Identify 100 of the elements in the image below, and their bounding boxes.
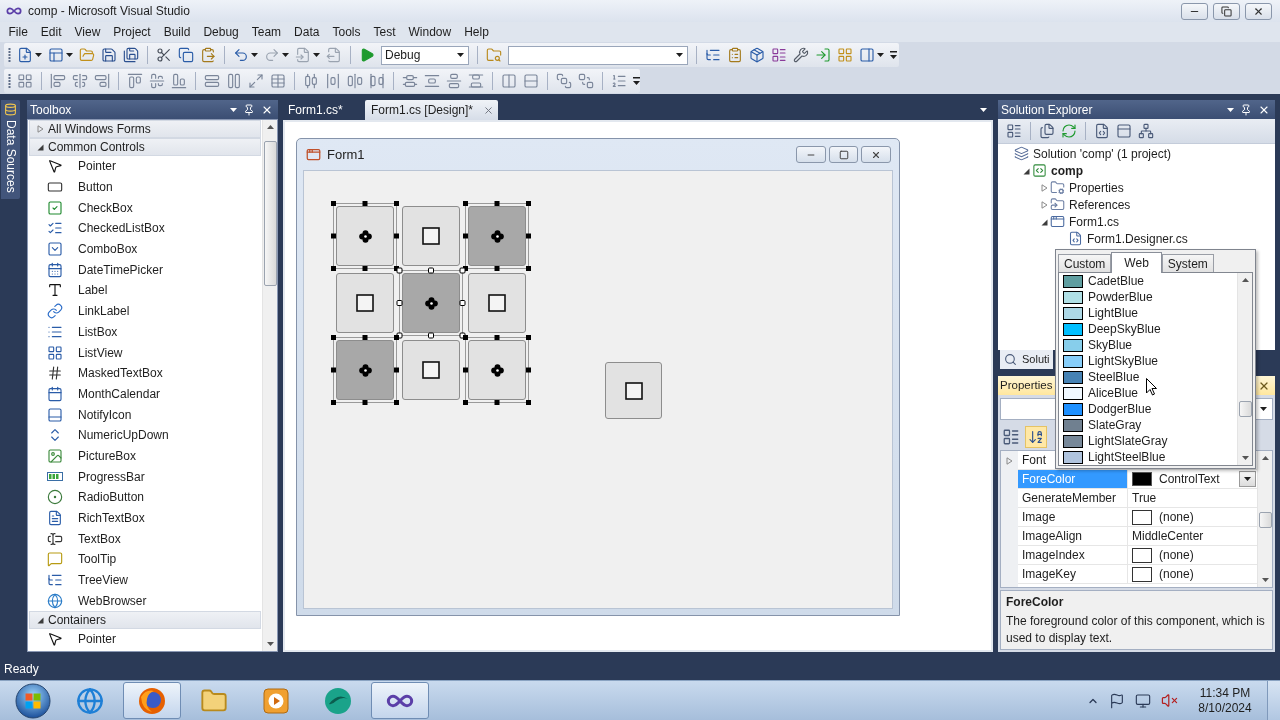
list-icon[interactable] [1002, 427, 1020, 446]
side-by-side-bars-icon[interactable] [226, 73, 242, 89]
picker-tab[interactable]: Custom [1058, 254, 1112, 272]
horizontal-spacing-icon[interactable] [347, 73, 363, 89]
diagram-icon[interactable] [1138, 123, 1154, 139]
caret-icon[interactable] [877, 53, 884, 57]
color-item[interactable]: SteelBlue [1059, 369, 1237, 385]
close-icon[interactable] [871, 149, 881, 160]
property-name[interactable]: ImageKey [1018, 565, 1128, 583]
menu-item[interactable]: File [2, 22, 35, 42]
clock-time[interactable]: 11:34 PM [1199, 685, 1251, 701]
undo-icon[interactable] [233, 47, 249, 63]
files-icon[interactable] [1039, 123, 1055, 139]
align-bottom-icon[interactable] [171, 73, 187, 89]
color-item[interactable]: LightSteelBlue [1059, 449, 1237, 465]
pin-icon[interactable] [1240, 103, 1252, 116]
designer-button[interactable] [468, 273, 526, 333]
property-name[interactable]: ImageIndex [1018, 546, 1128, 564]
tree-arrow-icon[interactable] [37, 616, 44, 625]
save-icon[interactable] [101, 47, 117, 63]
cut-icon[interactable] [156, 47, 172, 63]
caret-icon[interactable] [313, 53, 320, 57]
color-item[interactable]: DodgerBlue [1059, 401, 1237, 417]
taskbar-button[interactable] [371, 682, 429, 719]
scrollbar[interactable] [1257, 451, 1272, 587]
pin-icon[interactable] [243, 103, 255, 116]
align-middle-icon[interactable] [149, 73, 165, 89]
tree-arrow-icon[interactable] [1040, 217, 1048, 226]
menu-item[interactable]: Tools [325, 22, 367, 42]
two-columns-icon[interactable] [501, 73, 517, 89]
toolbox-item[interactable]: NotifyIcon [28, 404, 262, 425]
property-name[interactable]: ImageAlign [1018, 527, 1128, 545]
package-icon[interactable] [749, 47, 765, 63]
menu-item[interactable]: View [68, 22, 107, 42]
file-plus-icon[interactable] [17, 47, 33, 63]
folder-open-icon[interactable] [79, 47, 95, 63]
property-value[interactable]: (none) [1159, 546, 1194, 564]
grid-icon[interactable] [837, 47, 853, 63]
dropdown-button[interactable] [1239, 471, 1256, 487]
folder-search-icon[interactable] [486, 47, 502, 63]
designer-button[interactable] [402, 340, 460, 400]
caret-icon[interactable] [676, 53, 683, 57]
tab-list-caret-icon[interactable] [980, 108, 987, 112]
property-name[interactable]: GenerateMember [1018, 489, 1128, 507]
paste-icon[interactable] [200, 47, 216, 63]
caret-icon[interactable] [1227, 107, 1234, 112]
scroll-down-icon[interactable] [1241, 456, 1249, 460]
scroll-down-icon[interactable] [1261, 578, 1269, 582]
designer-button[interactable] [402, 273, 460, 333]
scrollbar-thumb[interactable] [1258, 512, 1272, 528]
document-tab[interactable]: Form1.cs* [283, 100, 363, 120]
window-icon[interactable] [48, 47, 64, 63]
document-tab[interactable]: Form1.cs [Design]* [365, 100, 499, 120]
color-item[interactable]: SkyBlue [1059, 337, 1237, 353]
vertical-spacing-icon[interactable] [446, 73, 462, 89]
scrollbar[interactable] [1237, 273, 1252, 465]
picker-tab[interactable]: Web [1111, 252, 1162, 273]
save-all-icon[interactable] [123, 47, 139, 63]
toolbox-item[interactable]: NumericUpDown [28, 424, 262, 446]
toolbox-item[interactable]: MaskedTextBox [28, 362, 262, 384]
property-value[interactable]: MiddleCenter [1132, 527, 1204, 545]
toolbar-overflow-icon[interactable] [633, 76, 640, 86]
property-value[interactable]: (none) [1159, 565, 1194, 583]
tree-arrow-icon[interactable] [1022, 166, 1030, 175]
color-item[interactable]: LightSkyBlue [1059, 353, 1237, 369]
toolbox-item[interactable]: TextBox [28, 528, 262, 550]
restore-icon[interactable] [1221, 5, 1232, 17]
find-combo-field[interactable] [508, 45, 688, 65]
start-icon[interactable] [15, 682, 51, 719]
maximize-icon[interactable] [838, 149, 849, 160]
maximize-button[interactable] [829, 146, 858, 163]
color-item[interactable]: SlateGray [1059, 417, 1237, 433]
horizontal-spacing-icon[interactable] [325, 73, 341, 89]
menu-item[interactable]: Team [245, 22, 288, 42]
toolbox-item[interactable]: RadioButton [28, 487, 262, 508]
vertical-spacing-icon[interactable] [402, 73, 418, 89]
horizontal-spacing-icon[interactable] [303, 73, 319, 89]
toolbox-item[interactable]: Button [28, 176, 262, 198]
designer-button[interactable] [336, 340, 394, 400]
speaker-muted-icon[interactable] [1161, 692, 1178, 709]
scroll-down-icon[interactable] [266, 642, 274, 646]
monitor-icon[interactable] [1135, 692, 1151, 709]
close-button[interactable] [861, 146, 891, 163]
toolbox-item[interactable]: ComboBox [28, 238, 262, 260]
send-to-back-icon[interactable] [578, 73, 594, 89]
toolbox-item[interactable]: Label [28, 280, 262, 301]
scroll-up-icon[interactable] [1241, 278, 1249, 282]
toolbox-item[interactable]: TreeView [28, 569, 262, 591]
close-button[interactable] [1245, 2, 1272, 20]
menu-item[interactable]: Edit [34, 22, 69, 42]
designer-button[interactable] [402, 206, 460, 266]
side-panel-tab[interactable]: Data Sources [1, 100, 20, 199]
stacked-bars-icon[interactable] [204, 73, 220, 89]
menu-item[interactable]: Data [287, 22, 326, 42]
numbered-list-icon[interactable] [611, 73, 627, 89]
toolbox-item[interactable]: ProgressBar [28, 466, 262, 487]
tree-item[interactable]: Properties [1069, 178, 1124, 197]
menu-item[interactable]: Help [457, 22, 496, 42]
color-item[interactable]: PowderBlue [1059, 289, 1237, 305]
toolbox-item[interactable]: ListBox [28, 321, 262, 343]
